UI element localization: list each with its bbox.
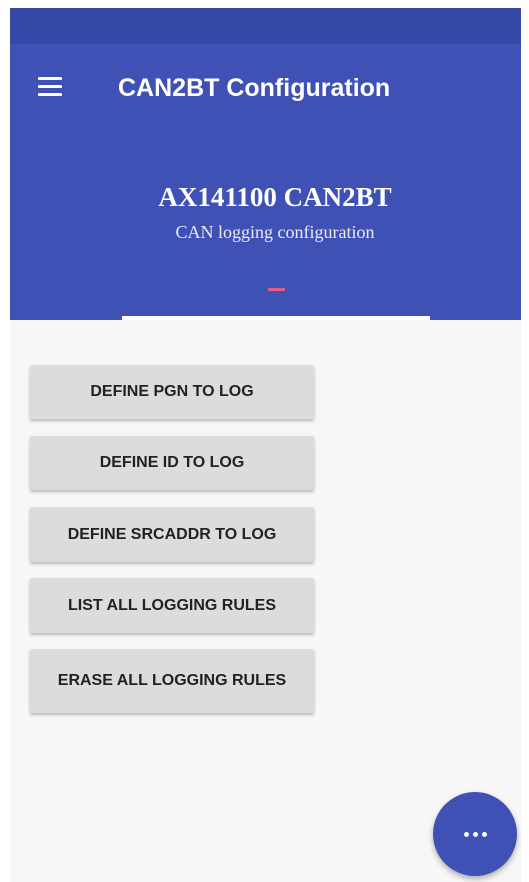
device-subtitle: CAN logging configuration bbox=[175, 222, 375, 242]
toolbar-title: CAN2BT Configuration bbox=[118, 74, 391, 102]
define-srcaddr-button[interactable]: DEFINE SRCADDR TO LOG bbox=[30, 507, 314, 562]
define-pgn-button[interactable]: DEFINE PGN TO LOG bbox=[30, 365, 314, 419]
app-header: CAN2BT Configuration AX141100 CAN2BT CAN… bbox=[10, 44, 521, 320]
hamburger-menu-icon[interactable] bbox=[34, 77, 68, 99]
tab-indicator bbox=[268, 288, 285, 291]
content-area: DEFINE PGN TO LOG DEFINE ID TO LOG DEFIN… bbox=[10, 320, 521, 882]
more-options-fab[interactable] bbox=[433, 792, 517, 876]
toolbar: CAN2BT Configuration bbox=[10, 44, 521, 130]
erase-logging-rules-button[interactable]: ERASE ALL LOGGING RULES bbox=[30, 649, 314, 713]
app-screen: CAN2BT Configuration AX141100 CAN2BT CAN… bbox=[10, 8, 521, 882]
define-id-button[interactable]: DEFINE ID TO LOG bbox=[30, 436, 314, 490]
status-bar bbox=[10, 8, 521, 44]
list-logging-rules-button[interactable]: LIST ALL LOGGING RULES bbox=[30, 578, 314, 633]
device-name: AX141100 CAN2BT bbox=[158, 182, 392, 212]
